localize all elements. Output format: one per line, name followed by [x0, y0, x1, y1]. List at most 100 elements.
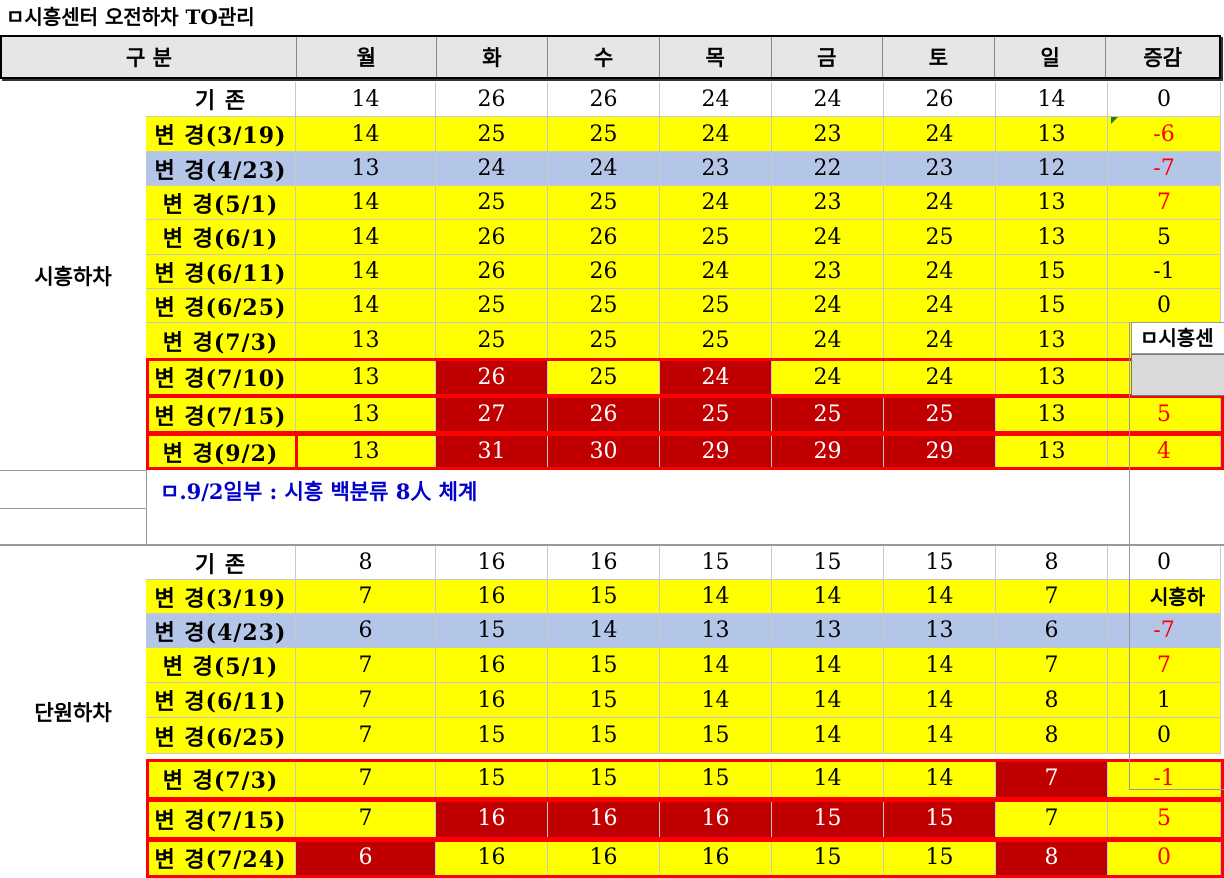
value-cell[interactable]: 13	[296, 396, 436, 434]
row-label[interactable]: 변 경(7/10)	[146, 359, 296, 396]
value-cell[interactable]: 16	[660, 800, 772, 838]
value-cell[interactable]: 23	[772, 255, 884, 289]
value-cell[interactable]: 15	[436, 760, 548, 798]
diff-cell[interactable]: -7	[1108, 152, 1221, 186]
diff-cell[interactable]: 5	[1108, 220, 1221, 255]
row-label[interactable]: 변 경(3/19)	[146, 117, 296, 152]
row-label[interactable]: 변 경(6/11)	[146, 683, 296, 718]
value-cell[interactable]: 13	[772, 614, 884, 648]
value-cell[interactable]: 16	[660, 840, 772, 876]
row-label[interactable]: 변 경(6/1)	[146, 220, 296, 255]
value-cell[interactable]: 15	[548, 760, 660, 798]
value-cell[interactable]: 13	[996, 434, 1108, 470]
value-cell[interactable]: 15	[436, 614, 548, 648]
row-label[interactable]: 변 경(5/1)	[146, 186, 296, 220]
value-cell[interactable]: 31	[436, 434, 548, 470]
row-label[interactable]: 변 경(7/3)	[146, 760, 296, 798]
diff-cell[interactable]: -1	[1108, 255, 1221, 289]
value-cell[interactable]: 23	[772, 117, 884, 152]
value-cell[interactable]: 24	[884, 289, 996, 323]
value-cell[interactable]: 13	[996, 186, 1108, 220]
value-cell[interactable]: 24	[772, 289, 884, 323]
row-label[interactable]: 변 경(6/25)	[146, 289, 296, 323]
value-cell[interactable]: 13	[996, 323, 1108, 359]
value-cell[interactable]: 16	[436, 840, 548, 876]
value-cell[interactable]: 26	[548, 396, 660, 434]
value-cell[interactable]: 15	[436, 718, 548, 754]
value-cell[interactable]: 14	[548, 614, 660, 648]
diff-cell[interactable]: 1	[1108, 683, 1221, 718]
value-cell[interactable]: 27	[436, 396, 548, 434]
value-cell[interactable]: 14	[660, 580, 772, 614]
floating-panel-title[interactable]: ㅁ시흥센	[1131, 322, 1224, 354]
value-cell[interactable]: 23	[884, 152, 996, 186]
value-cell[interactable]: 15	[884, 840, 996, 876]
value-cell[interactable]: 14	[296, 255, 436, 289]
row-label[interactable]: 변 경(3/19)	[146, 580, 296, 614]
diff-cell[interactable]: 4	[1108, 434, 1221, 470]
value-cell[interactable]: 14	[660, 683, 772, 718]
value-cell[interactable]: 13	[996, 220, 1108, 255]
value-cell[interactable]: 13	[296, 434, 436, 470]
value-cell[interactable]: 25	[548, 323, 660, 359]
value-cell[interactable]: 13	[660, 614, 772, 648]
value-cell[interactable]: 25	[884, 220, 996, 255]
value-cell[interactable]: 13	[296, 323, 436, 359]
value-cell[interactable]: 14	[772, 760, 884, 798]
row-label[interactable]: 기 존	[146, 546, 296, 580]
value-cell[interactable]: 26	[436, 359, 548, 396]
value-cell[interactable]: 14	[884, 760, 996, 798]
value-cell[interactable]: 24	[772, 323, 884, 359]
value-cell[interactable]: 14	[296, 289, 436, 323]
value-cell[interactable]: 16	[436, 580, 548, 614]
value-cell[interactable]: 16	[436, 648, 548, 683]
value-cell[interactable]: 7	[296, 800, 436, 838]
row-label[interactable]: 변 경(7/15)	[146, 800, 296, 838]
value-cell[interactable]: 15	[660, 546, 772, 580]
row-label[interactable]: 기 존	[146, 82, 296, 117]
value-cell[interactable]: 8	[996, 683, 1108, 718]
value-cell[interactable]: 25	[548, 117, 660, 152]
value-cell[interactable]: 24	[772, 359, 884, 396]
value-cell[interactable]: 14	[884, 580, 996, 614]
value-cell[interactable]: 26	[548, 255, 660, 289]
value-cell[interactable]: 26	[436, 220, 548, 255]
value-cell[interactable]: 25	[436, 117, 548, 152]
diff-cell[interactable]: -7	[1108, 614, 1221, 648]
value-cell[interactable]: 22	[772, 152, 884, 186]
value-cell[interactable]: 14	[296, 117, 436, 152]
diff-cell[interactable]: -1	[1108, 760, 1221, 798]
value-cell[interactable]: 15	[660, 760, 772, 798]
value-cell[interactable]: 16	[548, 800, 660, 838]
value-cell[interactable]: 26	[548, 220, 660, 255]
value-cell[interactable]: 7	[996, 648, 1108, 683]
row-label[interactable]: 변 경(7/3)	[146, 323, 296, 359]
value-cell[interactable]: 15	[772, 546, 884, 580]
value-cell[interactable]: 26	[548, 82, 660, 117]
row-label[interactable]: 변 경(4/23)	[146, 614, 296, 648]
value-cell[interactable]: 15	[660, 718, 772, 754]
value-cell[interactable]: 25	[660, 220, 772, 255]
diff-cell[interactable]: 0	[1108, 840, 1221, 876]
value-cell[interactable]: 8	[996, 718, 1108, 754]
row-label[interactable]: 변 경(9/2)	[146, 434, 296, 470]
value-cell[interactable]: 6	[996, 614, 1108, 648]
diff-cell[interactable]: 7	[1108, 186, 1221, 220]
value-cell[interactable]: 24	[772, 220, 884, 255]
value-cell[interactable]: 13	[884, 614, 996, 648]
value-cell[interactable]: 24	[772, 82, 884, 117]
value-cell[interactable]: 14	[660, 648, 772, 683]
value-cell[interactable]: 7	[996, 800, 1108, 838]
value-cell[interactable]: 14	[996, 82, 1108, 117]
diff-cell[interactable]: 0	[1108, 289, 1221, 323]
value-cell[interactable]: 6	[296, 614, 436, 648]
value-cell[interactable]: 23	[772, 186, 884, 220]
row-label[interactable]: 변 경(5/1)	[146, 648, 296, 683]
value-cell[interactable]: 14	[296, 220, 436, 255]
diff-cell[interactable]: -6	[1108, 117, 1221, 152]
value-cell[interactable]: 15	[884, 546, 996, 580]
value-cell[interactable]: 14	[772, 580, 884, 614]
value-cell[interactable]: 15	[772, 800, 884, 838]
value-cell[interactable]: 15	[996, 255, 1108, 289]
value-cell[interactable]: 8	[996, 840, 1108, 876]
